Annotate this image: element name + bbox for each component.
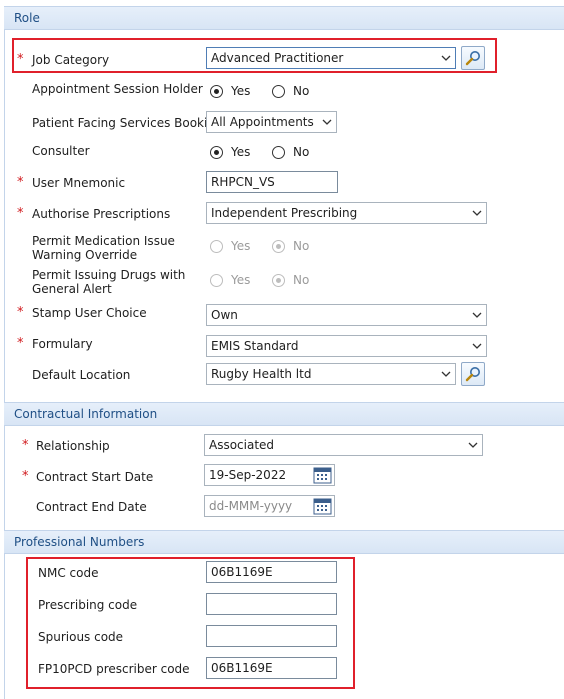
stamp-user-choice-dropdown[interactable]: Own (206, 304, 487, 326)
required-marker: * (17, 175, 24, 190)
consulter-label: Consulter (32, 144, 90, 158)
patient-facing-booking-value: All Appointments (211, 115, 314, 129)
permit-medication-issue-yes[interactable]: Yes (210, 239, 250, 253)
section-header-professional: Professional Numbers (4, 530, 564, 554)
user-mnemonic-label: User Mnemonic (32, 176, 126, 190)
contract-end-date-label: Contract End Date (36, 500, 147, 514)
contract-start-date-value: 19-Sep-2022 (209, 468, 287, 482)
default-location-dropdown[interactable]: Rugby Health ltd (206, 363, 456, 385)
radio-label: No (293, 239, 310, 253)
radio-unselected-icon (272, 84, 285, 98)
radio-unselected-icon (210, 273, 223, 287)
radio-label: Yes (231, 239, 251, 253)
authorise-prescriptions-value: Independent Prescribing (211, 206, 358, 220)
required-marker: * (17, 336, 24, 351)
search-icon (465, 367, 480, 382)
panel-border (4, 554, 5, 699)
radio-label: Yes (231, 84, 251, 98)
radio-label: No (293, 273, 310, 287)
chevron-down-icon (472, 306, 482, 318)
stamp-user-choice-value: Own (211, 308, 238, 322)
user-mnemonic-input[interactable]: RHPCN_VS (206, 171, 338, 193)
permit-issuing-drugs-yes[interactable]: Yes (210, 273, 250, 287)
calendar-icon[interactable] (313, 466, 333, 484)
panel-border (4, 30, 5, 402)
permit-issuing-drugs-no[interactable]: No (272, 273, 309, 287)
chevron-down-icon (322, 113, 332, 125)
patient-facing-booking-label: Patient Facing Services Booking (32, 116, 223, 130)
appointment-session-holder-yes[interactable]: Yes (210, 84, 250, 98)
authorise-prescriptions-dropdown[interactable]: Independent Prescribing (206, 202, 487, 224)
radio-selected-icon (210, 84, 223, 98)
required-marker: * (17, 206, 24, 221)
appointment-session-holder-no[interactable]: No (272, 84, 309, 98)
permit-issuing-drugs-label: Permit Issuing Drugs with General Alert (32, 268, 186, 296)
permit-medication-issue-no[interactable]: No (272, 239, 309, 253)
calendar-icon[interactable] (313, 497, 333, 515)
radio-label: No (293, 145, 310, 159)
required-marker: * (22, 438, 29, 453)
relationship-label: Relationship (36, 439, 110, 453)
stamp-user-choice-label: Stamp User Choice (32, 306, 147, 320)
radio-selected-icon (210, 145, 223, 159)
radio-selected-icon (272, 273, 285, 287)
contract-end-date-placeholder: dd-MMM-yyyy (209, 499, 293, 513)
consulter-yes[interactable]: Yes (210, 145, 250, 159)
radio-unselected-icon (210, 239, 223, 253)
default-location-lookup-button[interactable] (461, 362, 485, 386)
consulter-no[interactable]: No (272, 145, 309, 159)
radio-unselected-icon (272, 145, 285, 159)
contract-start-date-label: Contract Start Date (36, 470, 154, 484)
highlight-box-job-category (12, 38, 497, 73)
appointment-session-holder-label: Appointment Session Holder (32, 82, 203, 96)
patient-facing-booking-dropdown[interactable]: All Appointments (206, 111, 337, 133)
permit-medication-issue-label: Permit Medication Issue Warning Override (32, 234, 175, 262)
default-location-value: Rugby Health ltd (211, 367, 312, 381)
highlight-box-professional-numbers (26, 557, 355, 689)
required-marker: * (17, 305, 24, 320)
section-header-contractual: Contractual Information (4, 402, 564, 426)
section-header-role: Role (4, 6, 564, 30)
panel-border (4, 426, 5, 530)
formulary-label: Formulary (32, 337, 93, 351)
radio-selected-icon (272, 239, 285, 253)
required-marker: * (22, 469, 29, 484)
relationship-value: Associated (209, 438, 275, 452)
radio-label: Yes (231, 273, 251, 287)
chevron-down-icon (441, 365, 451, 377)
relationship-dropdown[interactable]: Associated (204, 434, 483, 456)
radio-label: Yes (231, 145, 251, 159)
formulary-value: EMIS Standard (211, 339, 299, 353)
formulary-dropdown[interactable]: EMIS Standard (206, 335, 487, 357)
chevron-down-icon (468, 436, 478, 448)
default-location-label: Default Location (32, 368, 131, 382)
chevron-down-icon (472, 204, 482, 216)
authorise-prescriptions-label: Authorise Prescriptions (32, 207, 171, 221)
chevron-down-icon (472, 337, 482, 349)
radio-label: No (293, 84, 310, 98)
